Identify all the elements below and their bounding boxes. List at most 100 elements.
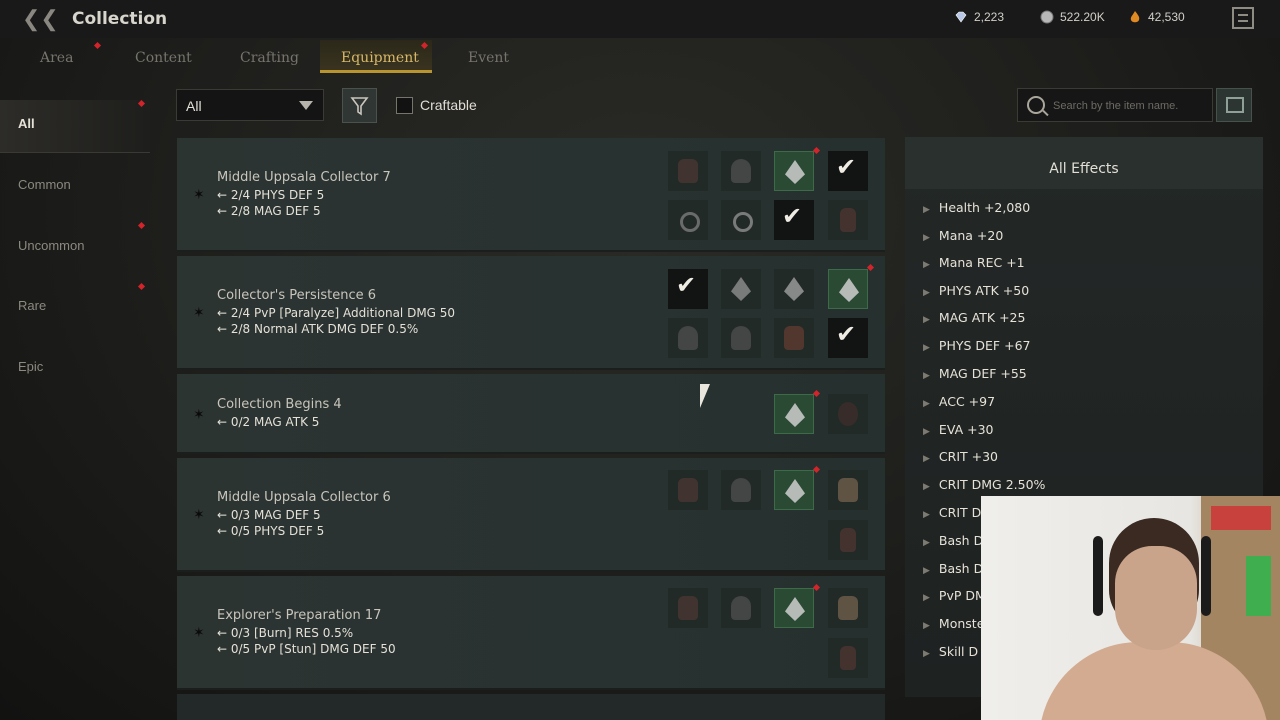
craftable-checkbox[interactable] — [396, 97, 413, 114]
search-submit-button[interactable] — [1216, 88, 1252, 122]
equipment-slot-pauldron[interactable] — [774, 588, 814, 628]
collection-row[interactable]: ✶ Collection Begins 4 ← 0/2 MAG ATK 5 — [177, 374, 885, 454]
equipment-slot-boots[interactable] — [828, 520, 868, 560]
effect-item: ▶ Bash D — [923, 533, 984, 548]
equipment-slot-boots[interactable] — [828, 638, 868, 678]
collection-name: Middle Uppsala Collector 7 — [217, 170, 391, 185]
collection-name: Middle Uppsala Collector 6 — [217, 490, 391, 505]
collection-effect: ← 2/4 PvP [Paralyze] Additional DMG 50 — [217, 306, 456, 320]
dropdown-arrow-icon — [299, 101, 313, 110]
equipment-slot-checked[interactable]: ✔ — [668, 269, 708, 309]
tab-area-alert-dot — [93, 41, 102, 50]
all-effects-header: All Effects — [905, 137, 1263, 189]
collection-name: Collection Begins 4 — [217, 397, 342, 412]
equipment-slot-ring[interactable] — [668, 200, 708, 240]
silver-count: 522.20K — [1060, 10, 1105, 24]
tab-content[interactable]: Content — [135, 50, 192, 66]
collection-effect: ← 0/3 MAG DEF 5 — [217, 508, 321, 522]
equipment-slot-boots[interactable] — [828, 200, 868, 240]
collection-name: Explorer's Preparation 17 — [217, 608, 382, 623]
tab-crafting[interactable]: Crafting — [240, 50, 299, 66]
collection-row[interactable]: ✶ Collector's Persistence 6 ← 2/4 PvP [P… — [177, 256, 885, 370]
equipment-slot-checked[interactable]: ✔ — [828, 318, 868, 358]
tab-active-underline — [320, 70, 432, 73]
collection-effect: ← 2/8 Normal ATK DMG DEF 0.5% — [217, 322, 419, 336]
slot-alert-dot — [812, 389, 821, 398]
craftable-label: Craftable — [420, 97, 477, 113]
equipment-slot-armor[interactable] — [668, 318, 708, 358]
effect-item: ▶ CRIT DMG 2.50% — [923, 477, 1046, 492]
effect-item: ▶ EVA +30 — [923, 422, 994, 437]
effect-item: ▶ MAG DEF +55 — [923, 366, 1027, 381]
equipment-slot-armor[interactable] — [721, 470, 761, 510]
menu-icon[interactable] — [1232, 7, 1254, 29]
tab-equipment[interactable]: Equipment — [341, 50, 419, 66]
effect-item: ▶ Bash D — [923, 561, 984, 576]
equipment-slot-pauldron[interactable] — [774, 269, 814, 309]
collection-row[interactable]: ✶ Middle Uppsala Collector 6 ← 0/3 MAG D… — [177, 458, 885, 572]
equipment-slot-pauldron[interactable] — [774, 394, 814, 434]
equipment-slot-helmet[interactable] — [828, 470, 868, 510]
sidebar-rare-alert-dot — [137, 282, 146, 291]
equipment-slot-armor[interactable] — [721, 151, 761, 191]
equipment-slot-pauldron[interactable] — [828, 269, 868, 309]
equipment-slot-checked[interactable]: ✔ — [774, 200, 814, 240]
all-effects-title: All Effects — [1049, 161, 1119, 177]
search-input[interactable] — [1051, 96, 1211, 116]
equipment-slot-gloves[interactable] — [668, 588, 708, 628]
mouse-cursor-icon — [700, 384, 710, 408]
star-icon: ✶ — [193, 406, 205, 422]
star-icon: ✶ — [193, 304, 205, 320]
equipment-slot-pauldron[interactable] — [774, 470, 814, 510]
tab-area[interactable]: Area — [40, 50, 73, 66]
flame-count: 42,530 — [1148, 10, 1185, 24]
effect-item: ▶ PvP DM — [923, 588, 986, 603]
collection-effect: ← 0/2 MAG ATK 5 — [217, 415, 320, 429]
equipment-slot-necklace[interactable] — [721, 200, 761, 240]
flame-gem-icon — [1130, 11, 1140, 23]
equipment-slot-armor[interactable] — [721, 588, 761, 628]
equipment-slot-pauldron[interactable] — [774, 151, 814, 191]
effect-item: ▶ CRIT +30 — [923, 449, 999, 464]
collection-row[interactable]: ✶ Explorer's Preparation 17 ← 0/3 [Burn]… — [177, 576, 885, 690]
star-icon: ✶ — [193, 506, 205, 522]
collection-effect: ← 0/3 [Burn] RES 0.5% — [217, 626, 354, 640]
grade-dropdown-value: All — [186, 98, 202, 114]
equipment-slot-helmet[interactable] — [828, 588, 868, 628]
currency-flame: 42,530 — [1128, 10, 1185, 24]
equipment-slot-gloves[interactable] — [668, 470, 708, 510]
effect-item: ▶ Mana +20 — [923, 228, 1004, 243]
equipment-slot-pauldron[interactable] — [721, 269, 761, 309]
sidebar-divider — [0, 152, 150, 153]
sidebar-item-rare[interactable]: Rare — [18, 298, 46, 313]
filter-button[interactable] — [342, 88, 377, 123]
equipment-slot-gloves[interactable] — [668, 151, 708, 191]
checkmark-icon: ✔ — [782, 202, 803, 230]
sidebar-item-common[interactable]: Common — [18, 177, 71, 192]
checkmark-icon: ✔ — [836, 320, 857, 348]
sidebar-item-epic[interactable]: Epic — [18, 359, 43, 374]
grade-dropdown[interactable]: All — [176, 89, 324, 121]
effect-item: ▶ PHYS ATK +50 — [923, 283, 1030, 298]
sidebar-item-uncommon[interactable]: Uncommon — [18, 238, 84, 253]
collection-row[interactable]: ✶ Middle Uppsala Collector 7 ← 2/4 PHYS … — [177, 138, 885, 252]
slot-alert-dot — [866, 263, 875, 272]
effect-item: ▶ Monste — [923, 616, 985, 631]
effect-item: ▶ ACC +97 — [923, 394, 996, 409]
tab-event[interactable]: Event — [468, 50, 509, 66]
equipment-slot-armor[interactable] — [721, 318, 761, 358]
webcam-overlay — [981, 496, 1280, 720]
effect-item: ▶ PHYS DEF +67 — [923, 338, 1031, 353]
currency-silver: 522.20K — [1040, 10, 1105, 24]
sidebar-item-all[interactable]: All — [18, 116, 35, 131]
effect-item: ▶ Health +2,080 — [923, 200, 1031, 215]
search-box — [1017, 88, 1213, 122]
collection-effect: ← 2/8 MAG DEF 5 — [217, 204, 321, 218]
equipment-slot-checked[interactable]: ✔ — [828, 151, 868, 191]
equipment-slot-helmet[interactable] — [828, 394, 868, 434]
effect-item: ▶ CRIT D — [923, 505, 982, 520]
slot-alert-dot — [812, 583, 821, 592]
effect-item: ▶ Skill D — [923, 644, 979, 659]
back-chevron-icon[interactable]: ❮❮ — [22, 6, 59, 32]
equipment-slot-armor[interactable] — [774, 318, 814, 358]
